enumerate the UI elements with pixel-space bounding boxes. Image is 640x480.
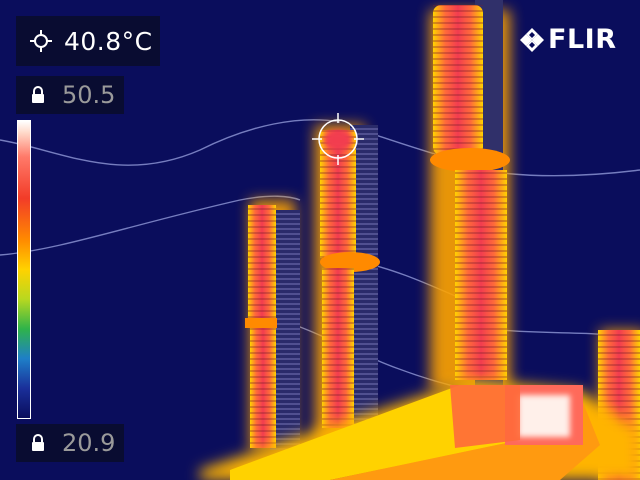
scale-min-readout[interactable]: 20.9	[16, 424, 124, 462]
scale-max-value: 50.5	[62, 81, 116, 109]
temperature-color-scale	[17, 120, 31, 419]
flir-logo-text: FLIR	[548, 24, 617, 55]
scale-max-readout[interactable]: 50.5	[16, 76, 124, 114]
insulator-column-left	[245, 205, 300, 450]
spot-temperature-readout: 40.8°C	[16, 16, 160, 66]
flir-logo-icon	[520, 27, 544, 52]
lock-icon	[32, 86, 44, 103]
lock-icon	[32, 434, 44, 451]
thermal-image	[0, 0, 640, 480]
flir-logo: FLIR	[519, 24, 617, 55]
crosshair-icon	[30, 30, 52, 52]
scale-min-value: 20.9	[62, 429, 116, 457]
spot-temperature-value: 40.8°C	[64, 26, 153, 56]
thermal-viewport: 40.8°C 50.5 20.9 FLIR	[0, 0, 640, 480]
insulator-column-middle	[320, 125, 380, 445]
